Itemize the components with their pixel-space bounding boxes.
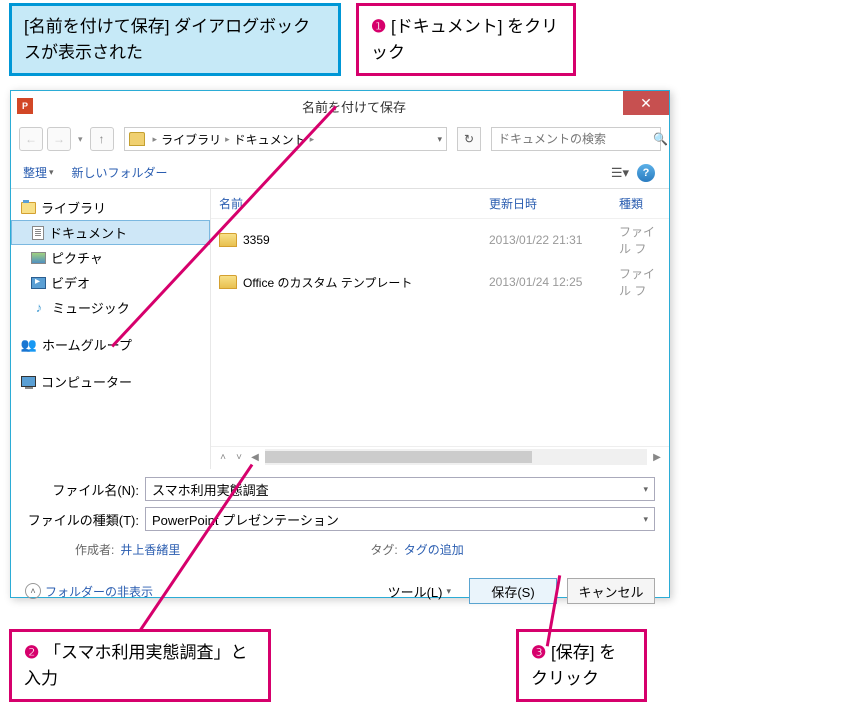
breadcrumb[interactable]: ▸ ライブラリ ▸ ドキュメント ▸ ▾	[124, 127, 447, 151]
scroll-left-icon[interactable]: ◀	[247, 449, 263, 465]
chevron-down-icon[interactable]: ▾	[643, 484, 648, 495]
bc-sep: ▸	[221, 134, 234, 145]
search-box[interactable]: 🔍	[491, 127, 661, 151]
tag-value[interactable]: タグの追加	[404, 543, 464, 557]
history-dropdown[interactable]: ▾	[75, 134, 86, 145]
tools-menu[interactable]: ツール(L)▾	[388, 582, 451, 601]
bc-documents[interactable]: ドキュメント	[234, 131, 306, 148]
folder-icon	[219, 233, 237, 247]
filetype-label: ファイルの種類(T):	[25, 510, 145, 529]
sidebar-item-pictures[interactable]: ピクチャ	[11, 245, 210, 270]
library-icon	[21, 202, 36, 214]
view-options-button[interactable]: ☰▾	[609, 162, 631, 184]
up-button[interactable]: ↑	[90, 127, 114, 151]
cancel-button[interactable]: キャンセル	[567, 578, 655, 604]
file-list: 名前 更新日時 種類 3359 2013/01/22 21:31 ファイル フ …	[211, 189, 669, 469]
callout-info: [名前を付けて保存] ダイアログボックスが表示された	[9, 3, 341, 76]
dialog-title: 名前を付けて保存	[39, 97, 669, 116]
sidebar-item-computer[interactable]: コンピューター	[11, 369, 210, 394]
filename-label: ファイル名(N):	[25, 480, 145, 499]
chevron-up-icon: ˄	[25, 583, 41, 599]
title-bar: P 名前を付けて保存 ✕	[11, 91, 669, 121]
author-value[interactable]: 井上香緒里	[120, 543, 180, 557]
forward-button[interactable]: →	[47, 127, 71, 151]
col-date[interactable]: 更新日時	[489, 195, 619, 212]
music-icon: ♪	[31, 300, 47, 316]
save-as-dialog: P 名前を付けて保存 ✕ ← → ▾ ↑ ▸ ライブラリ ▸ ドキュメント ▸ …	[10, 90, 670, 598]
close-icon: ✕	[640, 95, 652, 112]
organize-menu[interactable]: 整理▾	[23, 164, 54, 181]
help-button[interactable]: ?	[635, 162, 657, 184]
toolbar: 整理▾ 新しいフォルダー ☰▾ ?	[11, 157, 669, 189]
scroll-bar[interactable]: ˄ ˅ ◀ ▶	[211, 446, 669, 469]
author-label: 作成者:	[75, 543, 114, 557]
save-button[interactable]: 保存(S)	[469, 578, 557, 604]
back-button[interactable]: ←	[19, 127, 43, 151]
callout-step2: ❷ 「スマホ利用実態調査」と入力	[9, 629, 271, 702]
callout-step1: ❶ [ドキュメント] をクリック	[356, 3, 576, 76]
search-icon[interactable]: 🔍	[653, 132, 668, 146]
filename-field[interactable]: ▾	[145, 477, 655, 501]
list-item[interactable]: 3359 2013/01/22 21:31 ファイル フ	[211, 219, 669, 261]
folder-icon	[129, 132, 145, 146]
bc-sep: ▸	[149, 134, 162, 145]
computer-icon	[21, 376, 36, 387]
step1-text: [ドキュメント] をクリック	[371, 17, 558, 62]
tag-label: タグ:	[370, 543, 397, 557]
homegroup-icon: 👥	[21, 337, 37, 353]
nav-bar: ← → ▾ ↑ ▸ ライブラリ ▸ ドキュメント ▸ ▾ ↻ 🔍	[11, 121, 669, 157]
folder-icon	[219, 275, 237, 289]
step2-text: 「スマホ利用実態調査」と入力	[24, 643, 247, 688]
new-folder-button[interactable]: 新しいフォルダー	[72, 164, 168, 181]
step1-num: ❶	[371, 17, 386, 36]
callout-info-text: [名前を付けて保存] ダイアログボックスが表示された	[24, 17, 310, 62]
sidebar-item-music[interactable]: ♪ミュージック	[11, 295, 210, 320]
bottom-bar: ˄ フォルダーの非表示 ツール(L)▾ 保存(S) キャンセル	[11, 566, 669, 616]
scroll-track[interactable]	[265, 449, 647, 465]
refresh-button[interactable]: ↻	[457, 127, 481, 151]
callout-step3: ❸ [保存] をクリック	[516, 629, 647, 702]
filename-input[interactable]	[152, 482, 643, 497]
videos-icon	[31, 277, 46, 289]
list-header: 名前 更新日時 種類	[211, 189, 669, 219]
sidebar-item-libraries[interactable]: ライブラリ	[11, 195, 210, 220]
chevron-down-icon[interactable]: ▾	[643, 514, 648, 525]
list-item[interactable]: Office のカスタム テンプレート 2013/01/24 12:25 ファイ…	[211, 261, 669, 303]
chevron-down-icon[interactable]: ▾	[437, 134, 442, 145]
document-icon	[32, 226, 44, 240]
powerpoint-icon: P	[17, 98, 33, 114]
sidebar: ライブラリ ドキュメント ピクチャ ビデオ ♪ミュージック 👥ホームグループ コ…	[11, 189, 211, 469]
col-name[interactable]: 名前	[219, 195, 489, 212]
scroll-up-icon[interactable]: ˄	[215, 449, 231, 465]
scroll-thumb[interactable]	[265, 451, 532, 463]
help-icon: ?	[637, 164, 655, 182]
scroll-right-icon[interactable]: ▶	[649, 449, 665, 465]
form-area: ファイル名(N): ▾ ファイルの種類(T): PowerPoint プレゼンテ…	[11, 469, 669, 566]
main-area: ライブラリ ドキュメント ピクチャ ビデオ ♪ミュージック 👥ホームグループ コ…	[11, 189, 669, 469]
step2-num: ❷	[24, 643, 39, 662]
search-input[interactable]	[498, 132, 653, 146]
col-type[interactable]: 種類	[619, 195, 661, 212]
filetype-value: PowerPoint プレゼンテーション	[152, 510, 339, 529]
step3-num: ❸	[531, 643, 546, 662]
hide-folders-button[interactable]: ˄ フォルダーの非表示	[25, 583, 153, 600]
pictures-icon	[31, 252, 46, 264]
scroll-down-icon[interactable]: ˅	[231, 449, 247, 465]
bc-libraries[interactable]: ライブラリ	[161, 131, 221, 148]
sidebar-item-documents[interactable]: ドキュメント	[11, 220, 210, 245]
close-button[interactable]: ✕	[623, 91, 669, 115]
